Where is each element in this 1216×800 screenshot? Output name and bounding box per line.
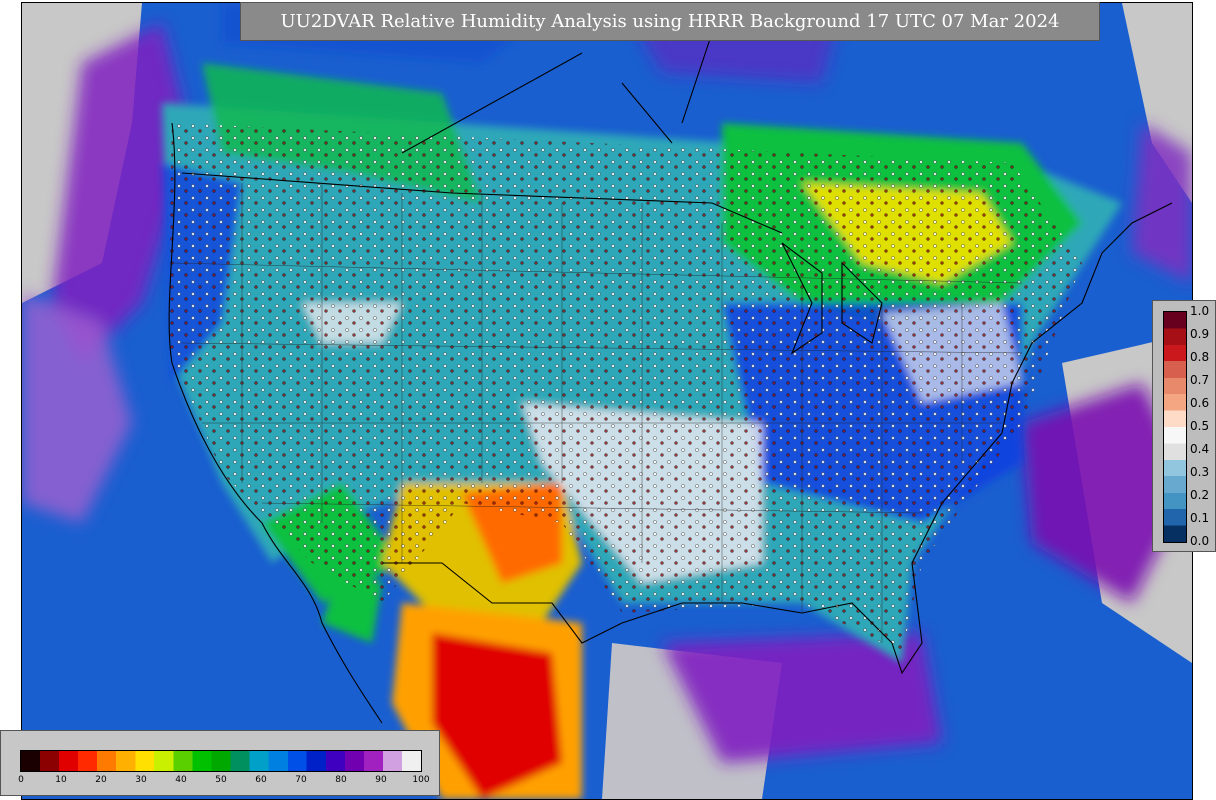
pct-legend-tick: 90 <box>375 775 387 785</box>
rh-legend-label: 1.0 <box>1190 304 1210 318</box>
rh-legend-label: 0.9 <box>1190 327 1210 341</box>
pct-legend-tick: 60 <box>255 775 267 785</box>
pct-legend-tick: 30 <box>135 775 147 785</box>
station-rh-colorbar <box>1163 311 1187 543</box>
rh-legend-label: 0.2 <box>1190 488 1210 502</box>
pct-legend-tick: 100 <box>412 775 430 785</box>
rh-legend-label: 0.6 <box>1190 396 1210 410</box>
rh-legend-label: 0.8 <box>1190 350 1210 364</box>
pct-legend-tick: 80 <box>335 775 347 785</box>
station-rh-legend: 1.0 0.9 0.8 0.7 0.6 0.5 0.4 0.3 0.2 0.1 0.0 <box>1152 300 1216 552</box>
pct-legend-tick: 70 <box>295 775 307 785</box>
pct-legend-tick: 0 <box>18 775 24 785</box>
rh-legend-label: 0.0 <box>1190 534 1210 548</box>
rh-legend-label: 0.3 <box>1190 465 1210 479</box>
rh-legend-label: 0.7 <box>1190 373 1210 387</box>
map-title: UU2DVAR Relative Humidity Analysis using… <box>240 2 1100 41</box>
rh-analysis-map[interactable] <box>21 2 1193 800</box>
rh-legend-label: 0.5 <box>1190 419 1210 433</box>
pct-legend-tick: 40 <box>175 775 187 785</box>
pct-legend-tick: 50 <box>215 775 227 785</box>
analysis-rh-colorbar <box>20 750 422 772</box>
rh-legend-label: 0.1 <box>1190 511 1210 525</box>
pct-legend-tick: 10 <box>55 775 67 785</box>
pct-legend-tick: 20 <box>95 775 107 785</box>
rh-legend-label: 0.4 <box>1190 442 1210 456</box>
map-canvas <box>22 3 1192 799</box>
analysis-rh-legend: 0 10 20 30 40 50 60 70 80 90 100 <box>0 730 440 796</box>
